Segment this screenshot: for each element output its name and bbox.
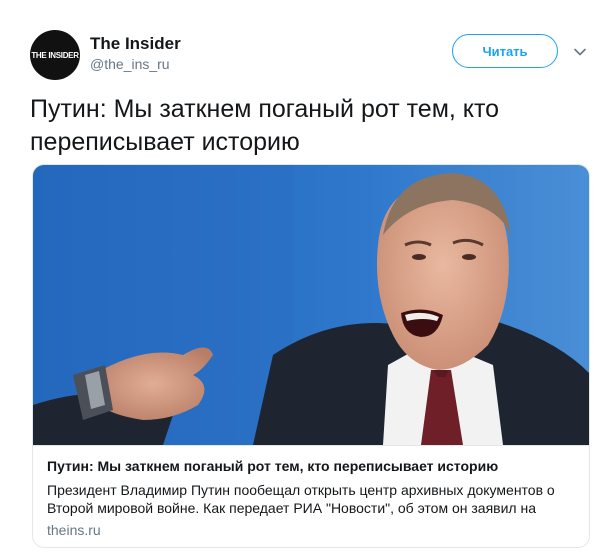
avatar[interactable]: THE INSIDER <box>30 30 80 80</box>
account-handle[interactable]: @the_ins_ru <box>90 56 170 72</box>
tweet-text: Путин: Мы заткнем поганый рот тем, кто п… <box>30 95 500 156</box>
card-image[interactable] <box>33 165 589 445</box>
card-description: Президент Владимир Путин пообещал открыт… <box>47 482 555 516</box>
chevron-down-icon[interactable] <box>572 44 588 60</box>
avatar-logo-text: THE INSIDER <box>31 50 79 60</box>
tweet-header: THE INSIDER The Insider @the_ins_ru Чита… <box>30 30 590 80</box>
card-photo <box>33 165 589 445</box>
link-card[interactable]: Путин: Мы заткнем поганый рот тем, кто п… <box>32 164 590 548</box>
follow-button[interactable]: Читать <box>452 34 558 68</box>
card-body[interactable]: Путин: Мы заткнем поганый рот тем, кто п… <box>33 445 589 547</box>
card-domain[interactable]: theins.ru <box>47 522 101 538</box>
account-name[interactable]: The Insider <box>90 34 181 54</box>
card-title[interactable]: Путин: Мы заткнем поганый рот тем, кто п… <box>47 458 577 474</box>
